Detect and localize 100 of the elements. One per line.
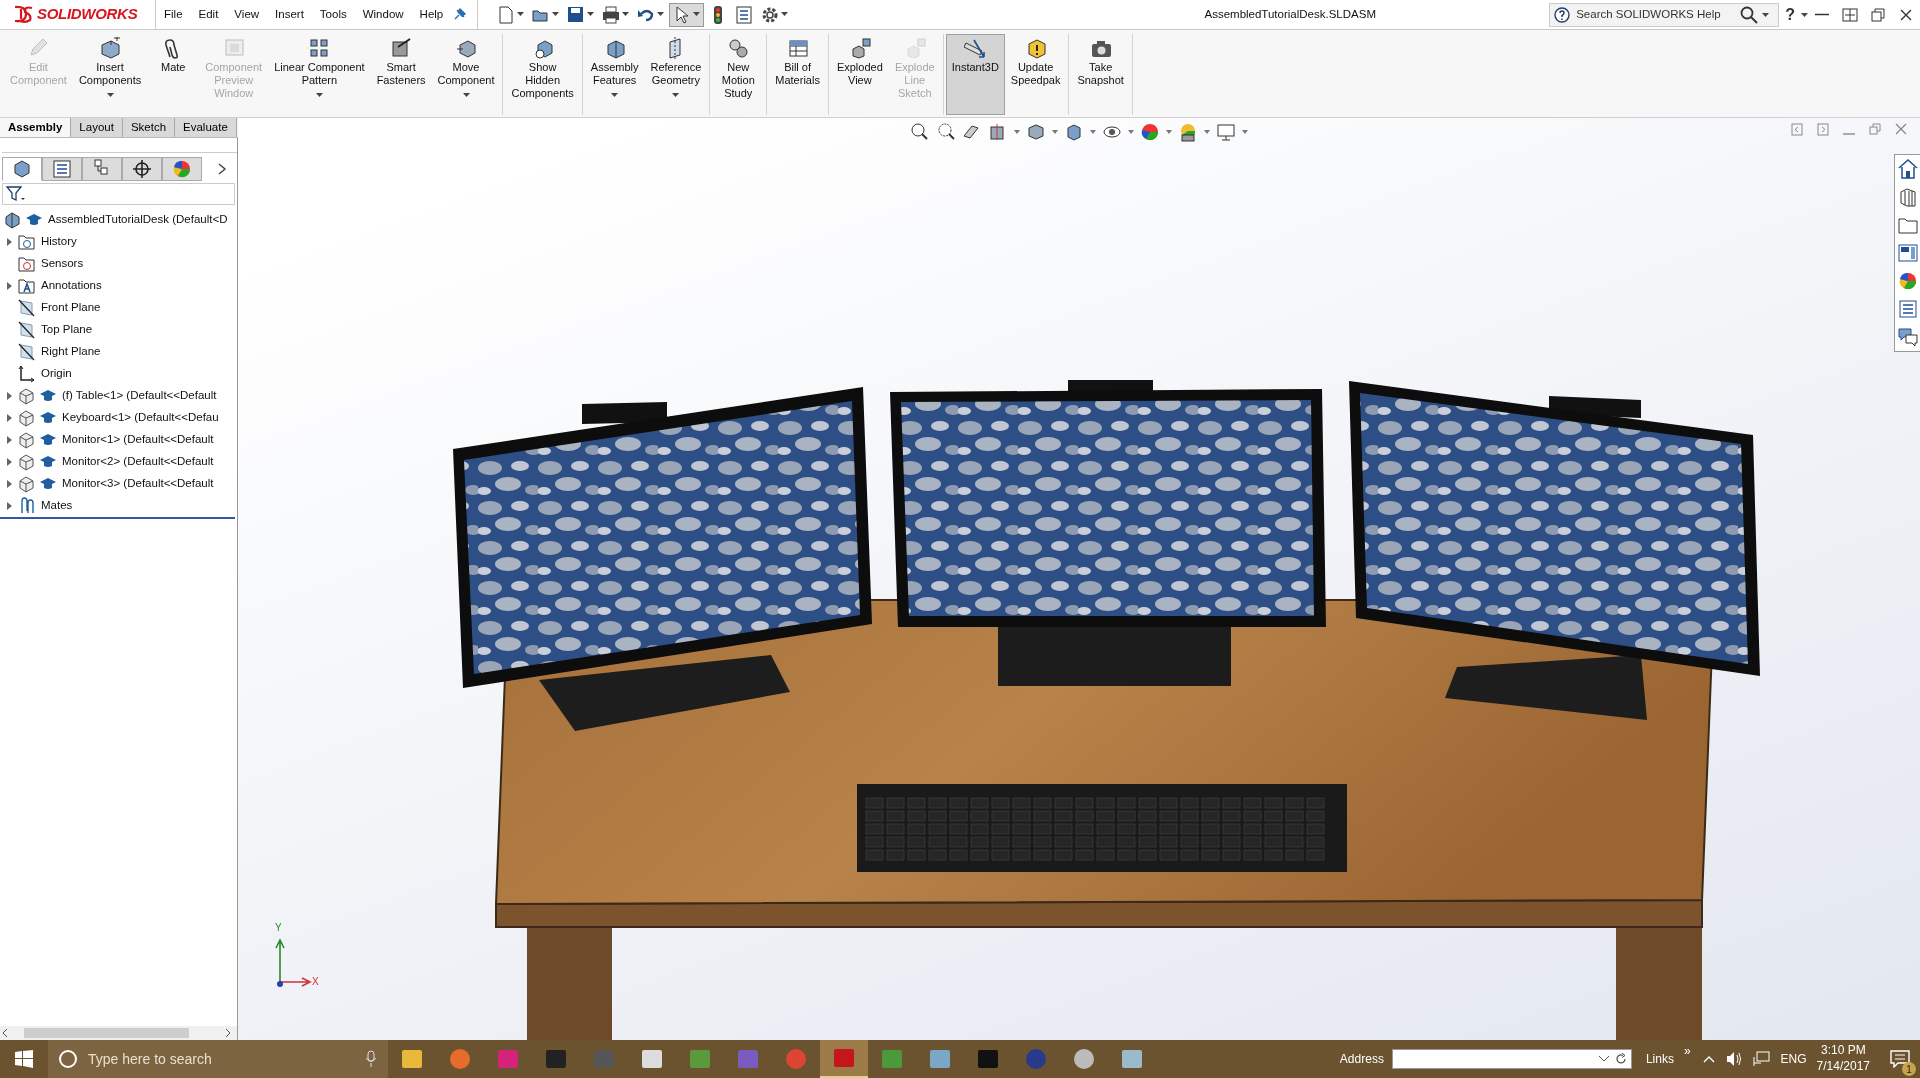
previous-view-icon[interactable] (962, 122, 982, 142)
windows-logo-icon (15, 1050, 33, 1068)
menu-item[interactable]: Insert (267, 2, 312, 27)
tab[interactable]: Evaluate (175, 118, 237, 137)
menu-item[interactable]: File (156, 2, 191, 27)
appearance-icon[interactable] (1897, 270, 1919, 292)
ribbon-button[interactable]: Show Hidden Components (505, 34, 580, 115)
tree-item[interactable]: Monitor<2> (Default<<Default (62, 453, 214, 471)
ribbon-button[interactable]: New Motion Study (712, 34, 765, 115)
tab[interactable]: Layout (71, 118, 123, 137)
layout-icon[interactable] (1897, 242, 1919, 264)
zoom-area-icon[interactable] (936, 122, 956, 142)
search-icon[interactable] (1740, 5, 1759, 24)
help-search-field[interactable]: Search SOLIDWORKS Help (1574, 4, 1737, 25)
help-search-box[interactable]: Search SOLIDWORKS Help (1549, 2, 1780, 27)
microphone-icon[interactable] (364, 1050, 378, 1068)
address-label: Address (1339, 1051, 1384, 1068)
ribbon-button[interactable]: Reference Geometry (644, 34, 708, 115)
ribbon-button[interactable]: Take Snapshot (1071, 34, 1130, 115)
caret-icon[interactable] (1242, 130, 1248, 134)
tree-item[interactable]: Monitor<3> (Default<<Default (62, 475, 214, 493)
expand-arrow-icon[interactable] (5, 391, 13, 400)
home-icon[interactable] (1897, 158, 1919, 180)
taskbar-search-field[interactable]: Type here to search (86, 1047, 356, 1071)
ribbon-button[interactable]: Mate (147, 34, 200, 115)
caret-icon[interactable] (1166, 130, 1172, 134)
ribbon-button[interactable]: Instant3D (945, 34, 1005, 115)
panel-tab[interactable] (2, 157, 42, 181)
scroll-left-icon[interactable] (0, 1028, 10, 1038)
zoom-fit-icon[interactable] (910, 122, 930, 142)
tree-item[interactable]: Annotations (41, 277, 102, 295)
refresh-icon[interactable] (1614, 1053, 1627, 1065)
ribbon-button[interactable]: Move Component (431, 34, 501, 115)
taskbar-app[interactable] (820, 1040, 868, 1078)
tab[interactable]: Assembly (0, 118, 72, 137)
appearance-icon (171, 158, 193, 180)
ribbon-button[interactable]: Insert Components (72, 34, 148, 115)
display-style-icon[interactable] (1064, 122, 1084, 142)
tree-item[interactable]: Sensors (41, 255, 84, 273)
links-toolbar[interactable]: Links (1645, 1050, 1684, 1068)
expand-arrow-icon[interactable] (5, 435, 13, 444)
chat-bubbles-icon[interactable] (1897, 326, 1919, 348)
scene-icon[interactable] (1178, 122, 1198, 142)
menu-item[interactable]: Tools (311, 2, 355, 27)
expand-arrow-icon[interactable] (5, 479, 13, 488)
tree-item[interactable]: Mates (41, 497, 73, 515)
caret-icon[interactable] (1598, 1056, 1609, 1062)
taskbar-search-box[interactable]: Type here to search (48, 1040, 388, 1078)
ribbon-button[interactable]: Smart Fasteners (370, 34, 432, 115)
ribbon-button[interactable]: Exploded View (830, 34, 889, 115)
filter-icon[interactable] (6, 185, 26, 203)
network-icon[interactable] (1752, 1051, 1771, 1067)
help-button[interactable]: ? (1779, 0, 1801, 29)
tree-item[interactable]: Right Plane (41, 343, 101, 361)
tree-item[interactable]: History (41, 233, 77, 251)
show-hidden-icons-icon[interactable] (1702, 1054, 1715, 1064)
menu-item[interactable]: Window (354, 2, 412, 27)
scrollbar-thumb[interactable] (24, 1028, 189, 1038)
ribbon-button[interactable]: Linear Component Pattern (268, 34, 371, 115)
input-language[interactable]: ENG (1780, 1050, 1807, 1068)
tree-item[interactable]: Top Plane (41, 321, 93, 339)
expand-arrow-icon[interactable] (5, 281, 13, 290)
caret-icon[interactable] (1801, 12, 1808, 17)
property-list-icon[interactable] (1897, 298, 1919, 320)
menu-item[interactable]: Edit (190, 2, 227, 27)
caret-icon[interactable] (1014, 130, 1020, 134)
tree-item[interactable]: Monitor<1> (Default<<Default (62, 431, 214, 449)
tree-item[interactable]: Front Plane (41, 299, 101, 317)
caret-icon[interactable] (1204, 130, 1210, 134)
menu-item[interactable]: View (226, 2, 268, 27)
close-icon[interactable] (1894, 122, 1908, 136)
ribbon-button[interactable]: Assembly Features (584, 34, 645, 115)
more-chevron[interactable]: » (1683, 1042, 1691, 1060)
tree-item[interactable]: Keyboard<1> (Default<<Defau (62, 409, 219, 427)
tree-item[interactable]: (f) Table<1> (Default<<Default (62, 387, 217, 405)
clock[interactable]: 3:10 PM 7/14/2017 (1816, 1043, 1870, 1075)
scroll-right-icon[interactable] (223, 1028, 233, 1038)
appearance-icon[interactable] (1140, 122, 1160, 142)
books-icon[interactable] (1897, 186, 1919, 208)
date-text: 7/14/2017 (1816, 1059, 1870, 1075)
volume-icon[interactable] (1724, 1051, 1743, 1067)
expand-arrow-icon[interactable] (5, 501, 13, 510)
expand-arrow-icon[interactable] (5, 457, 13, 466)
panel-tab[interactable] (162, 157, 202, 181)
caret-icon[interactable] (1762, 12, 1770, 17)
menu-item[interactable]: Help (411, 2, 452, 27)
panel-tab[interactable] (122, 157, 162, 181)
caret-icon[interactable] (1052, 130, 1058, 134)
tree-item[interactable]: AssembledTutorialDesk (Default<D (48, 211, 228, 229)
caret-icon[interactable] (1090, 130, 1096, 134)
ribbon-button[interactable]: Update Speedpak (1004, 34, 1067, 115)
expand-arrow-icon[interactable] (5, 413, 13, 422)
tree-item[interactable]: Origin (41, 365, 72, 383)
help-icon (1554, 6, 1571, 23)
view-cube-icon[interactable] (1026, 122, 1046, 142)
pointer-button[interactable] (669, 2, 705, 27)
caret-icon[interactable] (1128, 130, 1134, 134)
tab[interactable]: Sketch (122, 118, 176, 137)
ribbon-button[interactable]: Bill of Materials (769, 34, 826, 115)
expand-arrow-icon[interactable] (5, 237, 13, 246)
